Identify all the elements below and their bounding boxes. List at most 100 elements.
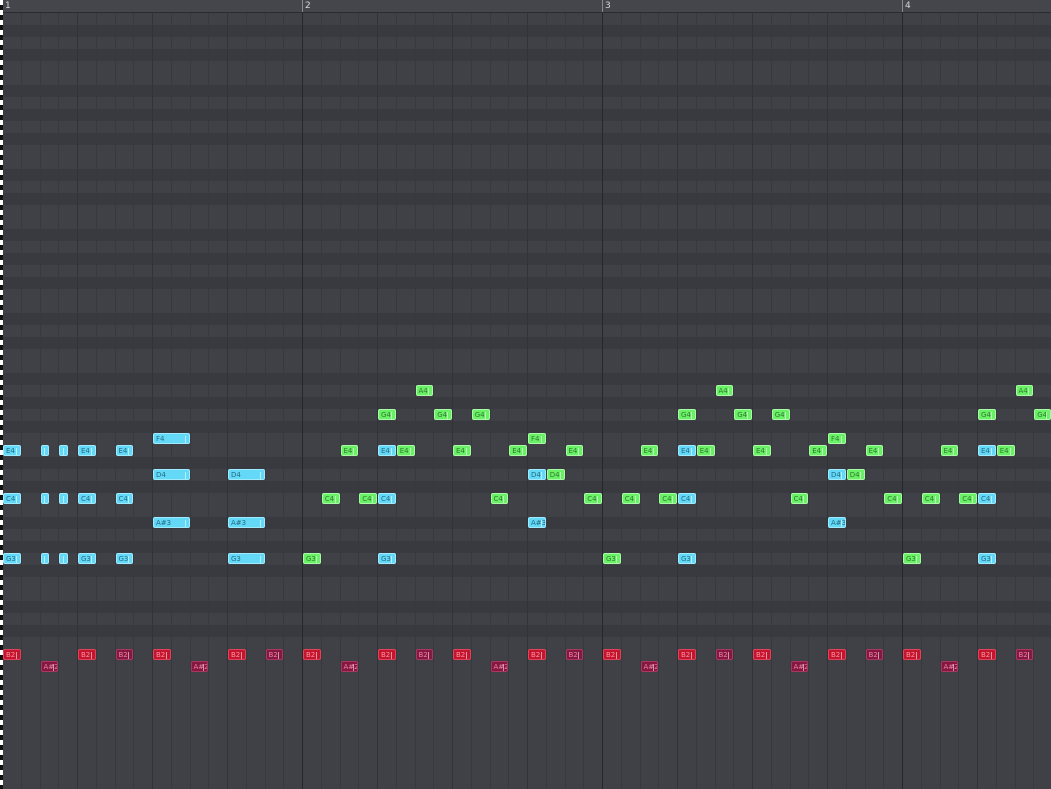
note-cyan[interactable] xyxy=(59,445,68,456)
note-maroon[interactable]: A#2 xyxy=(490,661,509,672)
note-maroon[interactable]: A#2 xyxy=(790,661,809,672)
note-cyan[interactable]: A#3 xyxy=(528,517,546,528)
note-cyan[interactable]: E4 xyxy=(115,445,134,456)
note-green[interactable]: G4 xyxy=(378,409,396,420)
note-green[interactable]: E4 xyxy=(996,445,1015,456)
note-green[interactable]: G4 xyxy=(678,409,696,420)
note-red[interactable]: B2 xyxy=(3,649,21,660)
note-green[interactable]: F4 xyxy=(828,433,846,444)
note-green[interactable]: E4 xyxy=(809,445,827,456)
note-green[interactable]: C4 xyxy=(790,493,809,504)
note-green[interactable]: C4 xyxy=(359,493,377,504)
note-green[interactable]: A4 xyxy=(715,385,734,396)
note-cyan[interactable] xyxy=(40,445,49,456)
note-green[interactable]: E4 xyxy=(509,445,527,456)
note-green[interactable]: E4 xyxy=(940,445,959,456)
note-maroon[interactable]: B2 xyxy=(565,649,584,660)
note-cyan[interactable]: D4 xyxy=(528,469,546,480)
note-cyan[interactable]: E4 xyxy=(978,445,996,456)
note-red[interactable]: B2 xyxy=(753,649,771,660)
note-green[interactable]: E4 xyxy=(565,445,584,456)
note-green[interactable]: G4 xyxy=(434,409,452,420)
note-green[interactable]: D4 xyxy=(546,469,565,480)
note-cyan[interactable]: G3 xyxy=(115,553,134,564)
note-red[interactable]: B2 xyxy=(903,649,921,660)
note-cyan[interactable]: C4 xyxy=(3,493,21,504)
note-cyan[interactable]: A#3 xyxy=(228,517,265,528)
note-cyan[interactable]: C4 xyxy=(678,493,696,504)
note-green[interactable]: A4 xyxy=(415,385,434,396)
note-cyan[interactable]: G3 xyxy=(678,553,696,564)
note-green[interactable]: G4 xyxy=(1034,409,1051,420)
note-cyan[interactable]: G3 xyxy=(3,553,21,564)
note-green[interactable]: C4 xyxy=(321,493,340,504)
note-green[interactable]: A4 xyxy=(1015,385,1034,396)
note-cyan[interactable]: A#3 xyxy=(153,517,190,528)
note-green[interactable]: D4 xyxy=(846,469,865,480)
note-green[interactable]: C4 xyxy=(490,493,509,504)
note-red[interactable]: B2 xyxy=(603,649,621,660)
note-red[interactable]: B2 xyxy=(528,649,546,660)
note-cyan[interactable]: G3 xyxy=(378,553,396,564)
note-maroon[interactable]: B2 xyxy=(115,649,134,660)
note-cyan[interactable]: E4 xyxy=(678,445,696,456)
note-cyan[interactable]: A#3 xyxy=(828,517,846,528)
note-maroon[interactable]: B2 xyxy=(1015,649,1034,660)
note-green[interactable]: G3 xyxy=(903,553,921,564)
note-green[interactable]: E4 xyxy=(640,445,659,456)
note-green[interactable]: E4 xyxy=(453,445,471,456)
note-green[interactable]: E4 xyxy=(865,445,884,456)
note-green[interactable]: G4 xyxy=(471,409,490,420)
note-maroon[interactable]: B2 xyxy=(865,649,884,660)
note-cyan[interactable]: D4 xyxy=(153,469,190,480)
note-green[interactable]: G3 xyxy=(303,553,321,564)
note-maroon[interactable]: B2 xyxy=(415,649,434,660)
note-green[interactable]: F4 xyxy=(528,433,546,444)
note-red[interactable]: B2 xyxy=(678,649,696,660)
note-maroon[interactable]: A#2 xyxy=(190,661,209,672)
note-green[interactable]: E4 xyxy=(396,445,415,456)
note-cyan[interactable]: F4 xyxy=(153,433,190,444)
note-cyan[interactable]: E4 xyxy=(378,445,396,456)
note-maroon[interactable]: B2 xyxy=(715,649,734,660)
note-green[interactable]: C4 xyxy=(959,493,977,504)
note-maroon[interactable]: A#2 xyxy=(640,661,659,672)
note-red[interactable]: B2 xyxy=(978,649,996,660)
timeline-ruler[interactable]: 1 2 3 4 xyxy=(0,0,1051,13)
note-cyan[interactable]: E4 xyxy=(3,445,21,456)
note-red[interactable]: B2 xyxy=(828,649,846,660)
note-cyan[interactable] xyxy=(40,493,49,504)
note-maroon[interactable]: A#2 xyxy=(340,661,359,672)
note-cyan[interactable]: E4 xyxy=(78,445,96,456)
note-cyan[interactable]: C4 xyxy=(78,493,96,504)
note-red[interactable]: B2 xyxy=(228,649,246,660)
note-cyan[interactable]: G3 xyxy=(228,553,265,564)
note-cyan[interactable] xyxy=(40,553,49,564)
note-green[interactable]: G4 xyxy=(734,409,752,420)
note-cyan[interactable]: C4 xyxy=(978,493,996,504)
note-green[interactable]: C4 xyxy=(921,493,940,504)
note-green[interactable]: G4 xyxy=(978,409,996,420)
note-red[interactable]: B2 xyxy=(453,649,471,660)
note-green[interactable]: C4 xyxy=(584,493,602,504)
note-cyan[interactable]: D4 xyxy=(828,469,846,480)
note-green[interactable]: G4 xyxy=(771,409,790,420)
note-green[interactable]: G3 xyxy=(603,553,621,564)
note-green[interactable]: E4 xyxy=(696,445,715,456)
note-green[interactable]: C4 xyxy=(659,493,677,504)
note-red[interactable]: B2 xyxy=(303,649,321,660)
note-cyan[interactable] xyxy=(59,553,68,564)
note-red[interactable]: B2 xyxy=(78,649,96,660)
note-cyan[interactable]: C4 xyxy=(115,493,134,504)
note-green[interactable]: C4 xyxy=(621,493,640,504)
note-cyan[interactable]: G3 xyxy=(978,553,996,564)
note-maroon[interactable]: B2 xyxy=(265,649,284,660)
note-maroon[interactable]: A#2 xyxy=(940,661,959,672)
note-green[interactable]: C4 xyxy=(884,493,902,504)
note-cyan[interactable]: C4 xyxy=(378,493,396,504)
piano-roll[interactable]: 1234 E4 E4 E4 C4 C4 C4 G3 G3 G3 F4 D4 A#3 D4 A#3 G3 G3 C… xyxy=(0,0,1051,789)
note-red[interactable]: B2 xyxy=(153,649,171,660)
note-green[interactable]: E4 xyxy=(753,445,771,456)
note-cyan[interactable] xyxy=(59,493,68,504)
note-maroon[interactable]: A#2 xyxy=(40,661,59,672)
